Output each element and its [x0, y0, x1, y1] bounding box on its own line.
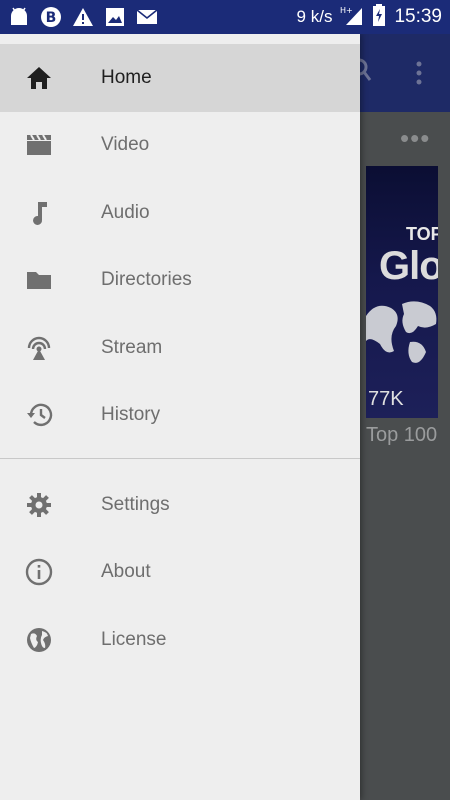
more-icon: •••	[400, 123, 431, 153]
stream-icon	[24, 333, 54, 363]
nav-label-settings: Settings	[101, 493, 170, 515]
nav-item-home[interactable]: Home	[0, 44, 360, 112]
battery-icon	[372, 3, 386, 31]
nav-item-settings[interactable]: Settings	[0, 471, 360, 539]
clock: 15:39	[394, 6, 442, 27]
nav-label-directories: Directories	[101, 269, 192, 291]
mail-icon	[136, 6, 158, 28]
music-note-icon	[24, 198, 54, 228]
nav-label-license: License	[101, 628, 167, 650]
info-icon	[24, 557, 54, 587]
status-bar-notifications: B	[8, 6, 158, 28]
nav-label-video: Video	[101, 134, 150, 156]
nav-label-about: About	[101, 561, 151, 583]
nav-item-history[interactable]: History	[0, 382, 360, 450]
world-map-icon	[366, 301, 437, 363]
home-icon	[24, 63, 54, 93]
video-icon	[24, 130, 54, 160]
overflow-menu-icon	[408, 60, 430, 86]
nav-label-stream: Stream	[101, 336, 163, 358]
history-icon	[24, 400, 54, 430]
svg-text:B: B	[46, 10, 57, 26]
nav-label-home: Home	[101, 66, 152, 88]
view-count: 77K	[368, 388, 404, 410]
folder-icon	[24, 265, 54, 295]
svg-text:H+: H+	[340, 6, 353, 15]
warning-icon	[72, 6, 94, 28]
video-thumbnail: TOP Glo 77K	[366, 166, 438, 418]
b-badge-icon: B	[40, 6, 62, 28]
signal-icon: H+	[340, 4, 364, 31]
nav-label-audio: Audio	[101, 201, 150, 223]
nav-item-directories[interactable]: Directories	[0, 247, 360, 315]
drawer-divider	[0, 458, 360, 459]
thumbnail-text-top: TOP	[406, 224, 438, 244]
nav-label-history: History	[101, 404, 161, 426]
globe-icon	[24, 625, 54, 655]
status-bar-system: 9 k/s H+ 15:39	[296, 3, 442, 31]
nav-item-license[interactable]: License	[0, 606, 360, 674]
drawer-header	[0, 34, 360, 44]
nav-item-about[interactable]: About	[0, 539, 360, 607]
navigation-drawer: Home Video Audio Directories Stream Hist…	[0, 34, 360, 800]
nav-item-audio[interactable]: Audio	[0, 179, 360, 247]
thumbnail-text-big: Glo	[379, 244, 438, 288]
nav-item-stream[interactable]: Stream	[0, 314, 360, 382]
android-icon	[8, 6, 30, 28]
image-icon	[104, 6, 126, 28]
nav-item-video[interactable]: Video	[0, 112, 360, 180]
video-title: Top 100	[366, 424, 438, 446]
network-speed: 9 k/s	[296, 7, 333, 26]
gear-icon	[24, 490, 54, 520]
status-bar: B 9 k/s H+ 15:39	[0, 0, 450, 34]
